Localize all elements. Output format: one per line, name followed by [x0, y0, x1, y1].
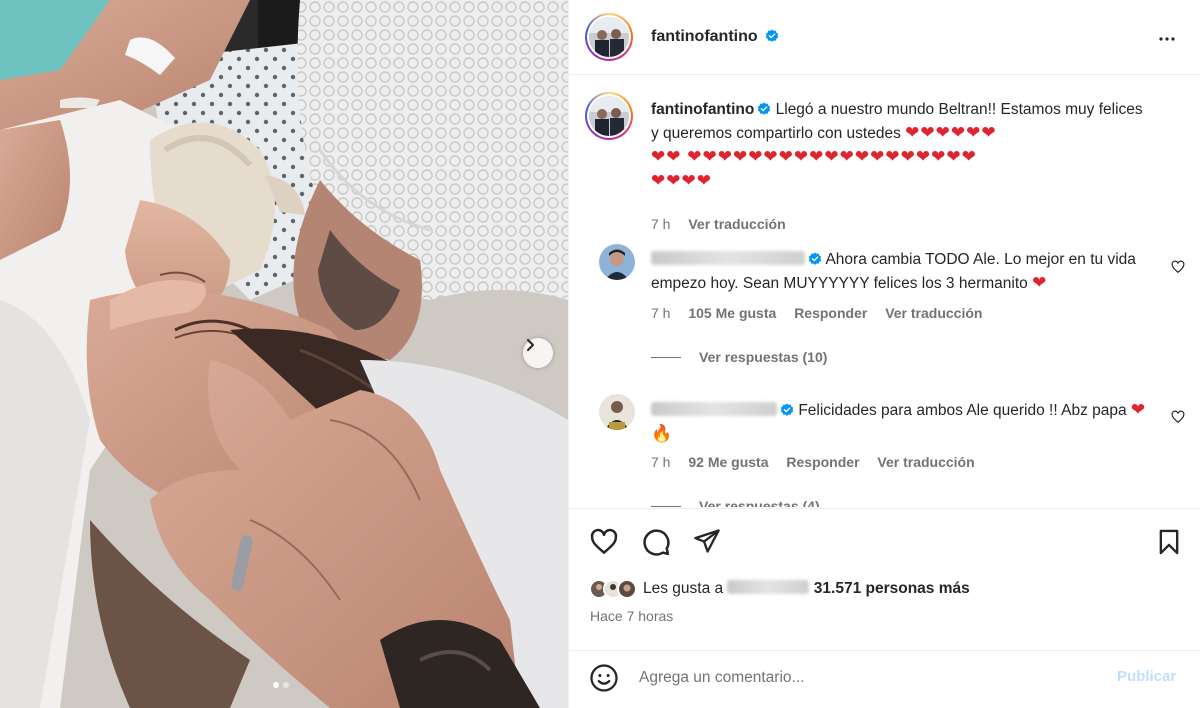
comment-body: Felicidades para ambos Ale querido !! Ab… — [798, 402, 1127, 419]
chevron-right-icon — [527, 339, 534, 351]
heart-emojis: ❤❤❤❤❤❤ — [905, 123, 997, 142]
avatar[interactable] — [599, 244, 635, 280]
view-replies-label: Ver respuestas (4) — [699, 498, 820, 507]
reply-button[interactable]: Responder — [786, 454, 859, 470]
verified-badge-icon — [758, 102, 771, 115]
publish-button[interactable]: Publicar — [1117, 668, 1176, 685]
comment-meta: 7 h 105 Me gusta Responder Ver traducció… — [651, 305, 996, 321]
heart-outline-icon — [1171, 260, 1185, 274]
share-button[interactable] — [693, 527, 721, 560]
likes-prefix: Les gusta a — [643, 580, 724, 597]
post-actions: Les gusta a 31.571 personas más Hace 7 h… — [569, 508, 1200, 650]
comment-likes[interactable]: 105 Me gusta — [688, 305, 776, 321]
view-replies-button[interactable]: Ver respuestas (10) — [651, 349, 827, 365]
verified-badge-icon — [780, 403, 794, 416]
avatar[interactable] — [599, 394, 635, 430]
avatar-image — [619, 581, 635, 597]
more-options-button[interactable] — [1155, 27, 1179, 56]
username-text[interactable]: fantinofantino — [651, 28, 758, 45]
heart-emojis: ❤❤ ❤❤❤❤❤❤❤❤❤❤❤❤❤❤❤❤❤❤❤ — [651, 147, 977, 166]
view-replies-button[interactable]: Ver respuestas (4) — [651, 498, 820, 507]
carousel-dot — [283, 682, 289, 688]
verified-badge-icon — [808, 252, 822, 265]
smiley-face-icon — [590, 664, 618, 692]
caption-username[interactable]: fantinofantino — [651, 101, 754, 118]
emoji-picker-button[interactable] — [589, 663, 619, 698]
avatar-image — [599, 394, 635, 430]
photo-illustration — [0, 0, 568, 708]
avatar[interactable] — [585, 92, 633, 140]
likes-text: Les gusta a 31.571 personas más — [643, 580, 970, 598]
reply-button[interactable]: Responder — [794, 305, 867, 321]
more-horizontal-icon — [1159, 37, 1175, 41]
heart-emoji: ❤ — [1032, 273, 1048, 292]
replies-divider-line — [651, 356, 681, 358]
comment-time[interactable]: 7 h — [651, 305, 670, 321]
carousel-next-button[interactable] — [523, 338, 553, 368]
likes-summary[interactable]: Les gusta a 31.571 personas más — [589, 579, 970, 599]
comment-likes[interactable]: 92 Me gusta — [688, 454, 768, 470]
caption-text: fantinofantino Llegó a nuestro mundo Bel… — [651, 98, 1151, 193]
comment-meta: 7 h 92 Me gusta Responder Ver traducción — [651, 454, 989, 470]
liker-avatar — [617, 579, 637, 599]
avatar-image — [589, 96, 629, 136]
view-replies-label: Ver respuestas (10) — [699, 349, 828, 365]
avatar-image — [589, 17, 629, 57]
heart-outline-icon — [590, 528, 618, 554]
blurred-username[interactable] — [727, 580, 810, 594]
post-header: fantinofantino — [569, 0, 1200, 75]
comment-button[interactable] — [641, 527, 671, 562]
likes-count[interactable]: 31.571 personas más — [814, 580, 970, 597]
post-timestamp[interactable]: Hace 7 horas — [590, 608, 673, 624]
replies-divider-line — [651, 505, 681, 507]
blurred-username[interactable] — [651, 251, 805, 265]
add-comment-bar: Publicar — [569, 650, 1200, 708]
caption-time[interactable]: 7 h — [651, 216, 670, 232]
like-comment-button[interactable] — [1171, 410, 1185, 429]
caption-meta: 7 h Ver traducción — [651, 216, 800, 232]
heart-outline-icon — [1171, 410, 1185, 424]
comments-list[interactable]: fantinofantino Llegó a nuestro mundo Bel… — [569, 76, 1200, 507]
carousel-indicator — [273, 682, 289, 688]
comment-text: Felicidades para ambos Ale querido !! Ab… — [651, 398, 1151, 446]
bookmark-icon — [1159, 529, 1179, 555]
post-panel: fantinofantino fantinofantino Llegó a nu… — [568, 0, 1200, 708]
like-button[interactable] — [589, 527, 619, 562]
post-author-username[interactable]: fantinofantino — [651, 28, 779, 46]
heart-emojis: ❤❤❤❤ — [651, 171, 712, 190]
comment-time[interactable]: 7 h — [651, 454, 670, 470]
verified-badge-icon — [765, 29, 779, 42]
carousel-dot — [273, 682, 279, 688]
comment-bubble-icon — [643, 529, 670, 556]
translate-button[interactable]: Ver traducción — [688, 216, 785, 232]
translate-button[interactable]: Ver traducción — [885, 305, 982, 321]
comment-input[interactable] — [639, 665, 1109, 691]
like-comment-button[interactable] — [1171, 260, 1185, 279]
blurred-username[interactable] — [651, 402, 777, 416]
avatar[interactable] — [585, 13, 633, 61]
translate-button[interactable]: Ver traducción — [877, 454, 974, 470]
avatar-image — [599, 244, 635, 280]
comment-text: Ahora cambia TODO Ale. Lo mejor en tu vi… — [651, 248, 1151, 295]
save-button[interactable] — [1155, 527, 1183, 562]
send-paper-plane-icon — [694, 529, 720, 553]
post-photo — [0, 0, 568, 708]
